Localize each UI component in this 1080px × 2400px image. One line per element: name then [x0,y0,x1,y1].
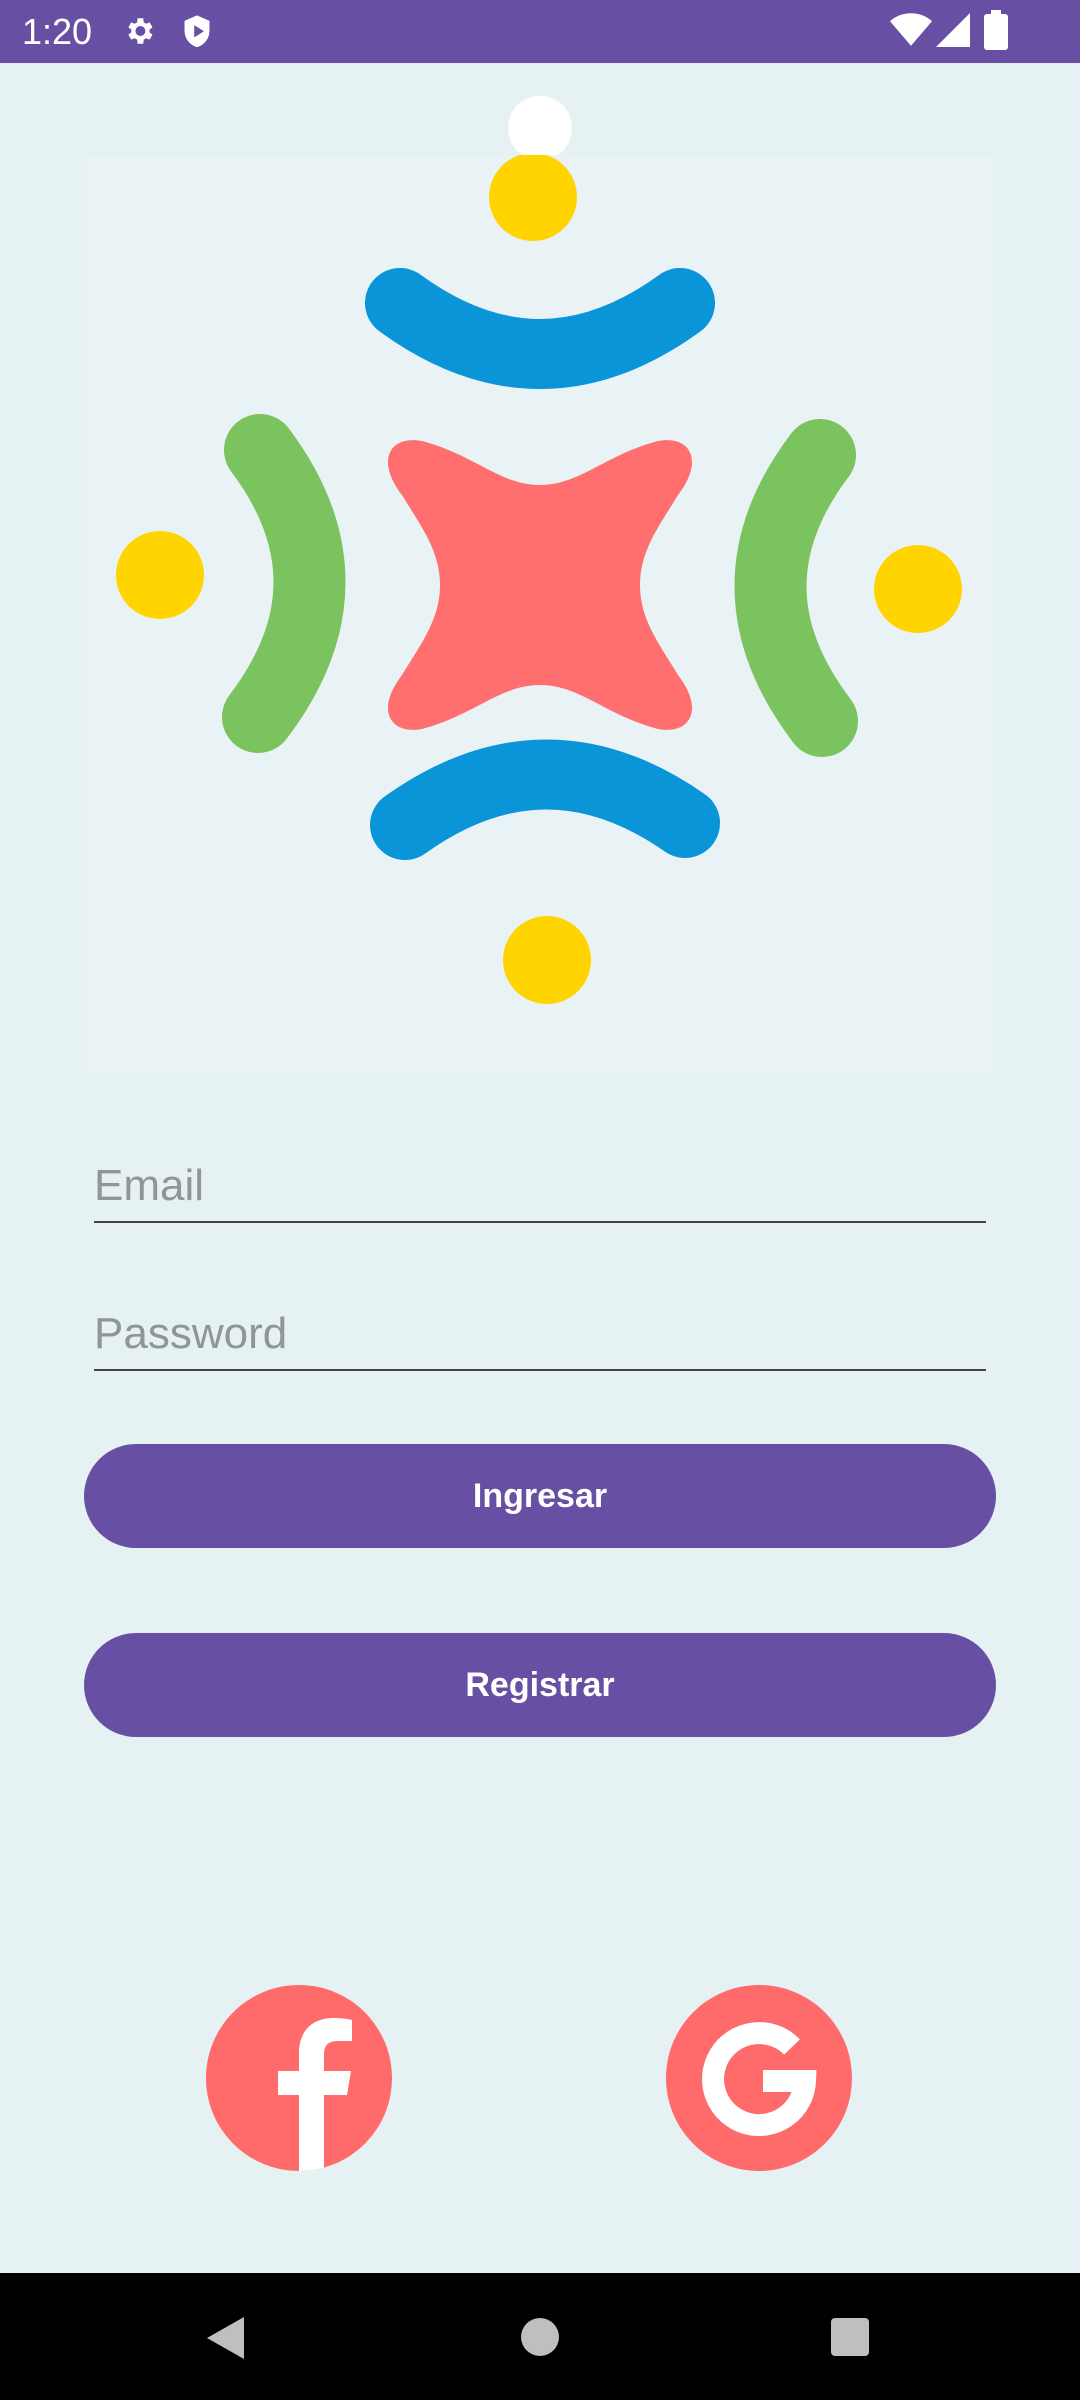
facebook-login-button[interactable] [206,1985,392,2171]
shield-play-icon [180,14,214,50]
wifi-icon [890,12,932,48]
gear-icon [122,14,156,48]
app-logo [86,155,994,1073]
register-button[interactable]: Registrar [84,1633,996,1737]
navigation-bar [0,2273,1080,2400]
password-field[interactable] [94,1299,986,1371]
email-field[interactable] [94,1151,986,1223]
camera-cutout [508,96,572,160]
app-screen: Ingresar Registrar [0,63,1080,2273]
google-icon [702,2022,817,2137]
status-time: 1:20 [22,11,93,52]
home-circle-icon[interactable] [520,2317,560,2362]
email-input[interactable] [94,1151,986,1221]
signal-icon [936,12,970,48]
status-bar: 1:20 [0,0,1080,63]
login-button[interactable]: Ingresar [84,1444,996,1548]
recents-square-icon[interactable] [830,2317,870,2362]
password-input[interactable] [94,1299,986,1369]
back-triangle-icon[interactable] [204,2315,246,2366]
battery-icon [984,10,1008,50]
facebook-icon [278,2018,352,2171]
google-login-button[interactable] [666,1985,852,2171]
